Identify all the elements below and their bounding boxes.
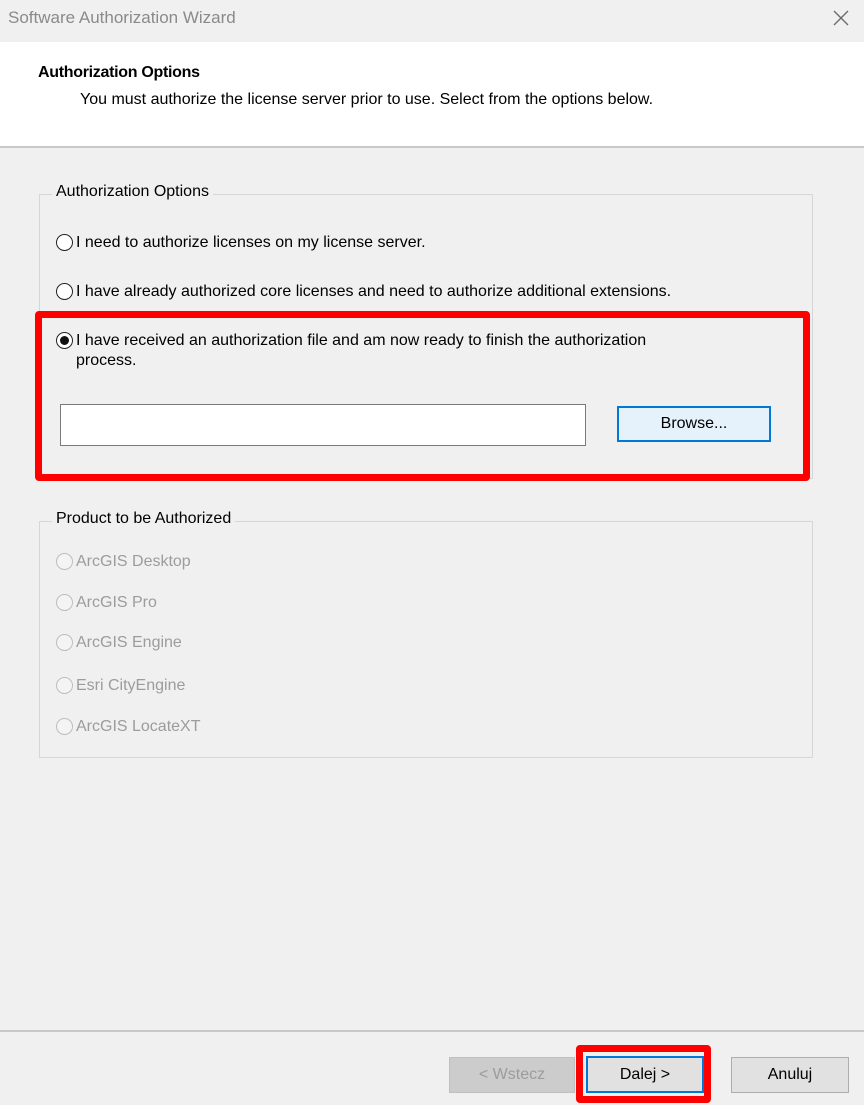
authorization-file-path-input[interactable] [60, 404, 586, 446]
window-title: Software Authorization Wizard [8, 8, 236, 27]
close-icon[interactable] [828, 5, 854, 31]
radio-button-disabled [56, 594, 73, 611]
authorization-options-legend: Authorization Options [52, 183, 213, 201]
radio-arcgis-desktop: ArcGIS Desktop [56, 552, 191, 572]
radio-label: I have already authorized core licenses … [76, 283, 672, 300]
footer-divider [0, 1030, 864, 1032]
radio-arcgis-pro: ArcGIS Pro [56, 593, 157, 613]
header-subtitle: You must authorize the license server pr… [80, 91, 654, 108]
title-bar: Software Authorization Wizard [0, 0, 864, 42]
radio-arcgis-locatext: ArcGIS LocateXT [56, 717, 201, 737]
radio-label: ArcGIS Engine [76, 634, 182, 651]
radio-label: I need to authorize licenses on my licen… [76, 234, 426, 251]
radio-label-line1: I have received an authorization file an… [76, 332, 647, 349]
next-button[interactable]: Dalej > [586, 1056, 704, 1093]
radio-button[interactable] [56, 283, 73, 300]
radio-label: I have received an authorization file an… [76, 331, 646, 371]
radio-authorization-file[interactable]: I have received an authorization file an… [56, 331, 646, 371]
browse-button[interactable]: Browse... [617, 406, 771, 442]
radio-authorize-extensions[interactable]: I have already authorized core licenses … [56, 282, 671, 302]
radio-button-disabled [56, 553, 73, 570]
header-title: Authorization Options [38, 64, 200, 81]
radio-arcgis-engine: ArcGIS Engine [56, 633, 182, 653]
wizard-header: Authorization Options You must authorize… [0, 42, 864, 148]
cancel-button[interactable]: Anuluj [731, 1057, 849, 1093]
radio-label: ArcGIS Desktop [76, 553, 191, 570]
radio-label: Esri CityEngine [76, 677, 186, 694]
radio-authorize-licenses[interactable]: I need to authorize licenses on my licen… [56, 233, 426, 253]
radio-button-selected[interactable] [56, 332, 73, 349]
product-legend: Product to be Authorized [52, 510, 236, 528]
radio-label: ArcGIS LocateXT [76, 718, 201, 735]
radio-button-disabled [56, 677, 73, 694]
radio-button[interactable] [56, 234, 73, 251]
radio-button-disabled [56, 718, 73, 735]
back-button: < Wstecz [449, 1057, 575, 1093]
radio-label: ArcGIS Pro [76, 594, 157, 611]
radio-button-disabled [56, 634, 73, 651]
radio-label-line2: process. [76, 352, 137, 369]
radio-esri-cityengine: Esri CityEngine [56, 676, 185, 696]
